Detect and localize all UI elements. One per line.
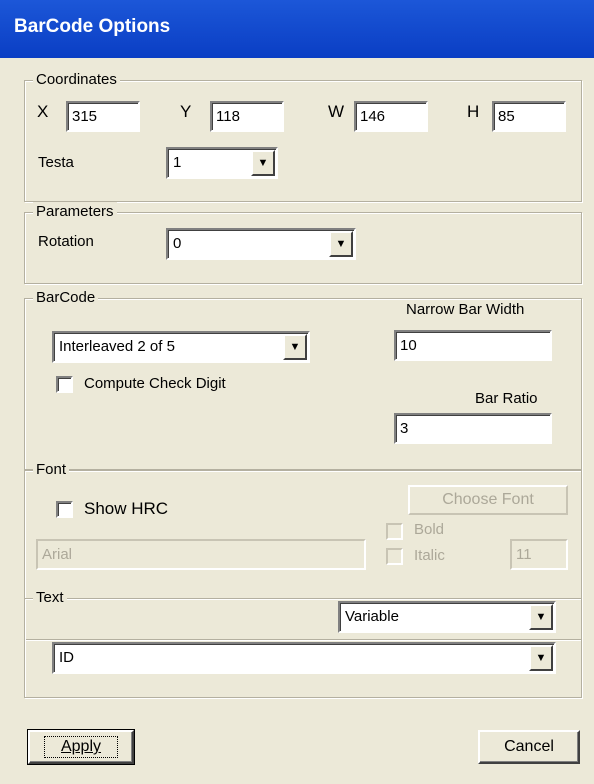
font-size-field: 11: [510, 539, 568, 570]
barcode-type-value: Interleaved 2 of 5: [59, 338, 175, 355]
text-field-value: ID: [59, 649, 74, 666]
text-mode-select[interactable]: Variable ▼: [338, 601, 556, 633]
font-legend: Font: [33, 460, 70, 480]
barcode-options-dialog: BarCode Options Coordinates X 315 Y 118 …: [0, 0, 594, 784]
parameters-legend: Parameters: [33, 202, 117, 222]
cancel-button[interactable]: Cancel: [478, 730, 580, 764]
italic-label: Italic: [414, 547, 445, 564]
h-field[interactable]: 85: [492, 101, 566, 132]
testa-select[interactable]: 1 ▼: [166, 147, 278, 179]
cancel-label: Cancel: [504, 738, 554, 755]
bar-ratio-field[interactable]: 3: [394, 413, 552, 444]
y-label: Y: [180, 102, 192, 121]
bar-ratio-label: Bar Ratio: [475, 390, 538, 407]
apply-text: Apply: [60, 738, 102, 755]
narrow-bar-width-label: Narrow Bar Width: [406, 301, 525, 318]
dialog-body: Coordinates X 315 Y 118 W 146 H 85 Testa…: [0, 58, 594, 784]
choose-font-button[interactable]: Choose Font: [408, 485, 568, 515]
apply-label: Apply: [43, 736, 119, 758]
x-field[interactable]: 315: [66, 101, 140, 132]
title-bar: BarCode Options: [0, 0, 594, 58]
compute-check-digit-checkbox[interactable]: [56, 376, 73, 393]
apply-button[interactable]: Apply: [27, 729, 135, 765]
w-field[interactable]: 146: [354, 101, 428, 132]
font-name-field: Arial: [36, 539, 366, 570]
text-mode-value: Variable: [345, 608, 399, 625]
compute-check-digit-label[interactable]: Compute Check Digit: [84, 374, 226, 394]
show-hrc-label[interactable]: Show HRC: [84, 499, 168, 519]
rotation-select[interactable]: 0 ▼: [166, 228, 356, 260]
coordinates-group: Coordinates: [24, 70, 582, 202]
barcode-legend: BarCode: [33, 288, 99, 308]
rotation-value: 0: [173, 235, 182, 252]
chevron-down-icon[interactable]: ▼: [283, 334, 307, 360]
window-title: BarCode Options: [14, 16, 171, 37]
chevron-down-icon[interactable]: ▼: [529, 645, 553, 671]
text-legend: Text: [33, 588, 67, 608]
chevron-down-icon[interactable]: ▼: [529, 604, 553, 630]
barcode-type-select[interactable]: Interleaved 2 of 5 ▼: [52, 331, 310, 363]
bold-label: Bold: [414, 521, 445, 538]
italic-checkbox: [386, 548, 403, 565]
chevron-down-icon[interactable]: ▼: [329, 231, 353, 257]
choose-font-label: Choose Font: [442, 491, 534, 508]
testa-value: 1: [173, 154, 182, 171]
testa-label: Testa: [38, 154, 74, 171]
chevron-down-icon[interactable]: ▼: [251, 150, 275, 176]
y-field[interactable]: 118: [210, 101, 284, 132]
rotation-label: Rotation: [38, 233, 94, 250]
narrow-bar-width-field[interactable]: 10: [394, 330, 552, 361]
show-hrc-checkbox[interactable]: [56, 501, 73, 518]
text-field-select[interactable]: ID ▼: [52, 642, 556, 674]
h-label: H: [467, 102, 480, 121]
x-label: X: [37, 102, 49, 121]
bold-checkbox: [386, 523, 403, 540]
coordinates-legend: Coordinates: [33, 70, 120, 90]
w-label: W: [328, 102, 345, 121]
